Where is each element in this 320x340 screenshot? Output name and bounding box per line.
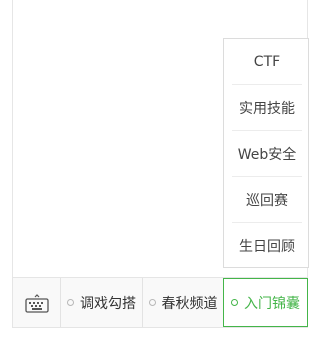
menu-dot-icon	[67, 299, 74, 306]
menu-button-channel[interactable]: 春秋频道	[143, 278, 224, 327]
submenu-popup: CTF 实用技能 Web安全 巡回赛 生日回顾	[223, 38, 309, 268]
submenu-item-birthday-review[interactable]: 生日回顾	[232, 223, 302, 268]
submenu-item-practical-skills[interactable]: 实用技能	[232, 85, 302, 131]
menu-button-label: 调戏勾搭	[80, 295, 136, 312]
bottom-menu-bar: 调戏勾搭 春秋频道 入门锦囊	[12, 277, 308, 328]
menu-button-label: 入门锦囊	[244, 295, 300, 312]
submenu-item-ctf[interactable]: CTF	[232, 39, 302, 85]
submenu-item-web-security[interactable]: Web安全	[232, 131, 302, 177]
menu-button-flirt[interactable]: 调戏勾搭	[61, 278, 143, 327]
menu-dot-icon	[231, 299, 238, 306]
keyboard-icon	[24, 293, 49, 313]
submenu-item-tour[interactable]: 巡回赛	[232, 177, 302, 223]
menu-button-label: 春秋频道	[161, 295, 218, 312]
keyboard-toggle-button[interactable]	[13, 278, 61, 327]
menu-dot-icon	[148, 299, 156, 306]
menu-button-beginner-guide[interactable]: 入门锦囊	[223, 278, 308, 327]
